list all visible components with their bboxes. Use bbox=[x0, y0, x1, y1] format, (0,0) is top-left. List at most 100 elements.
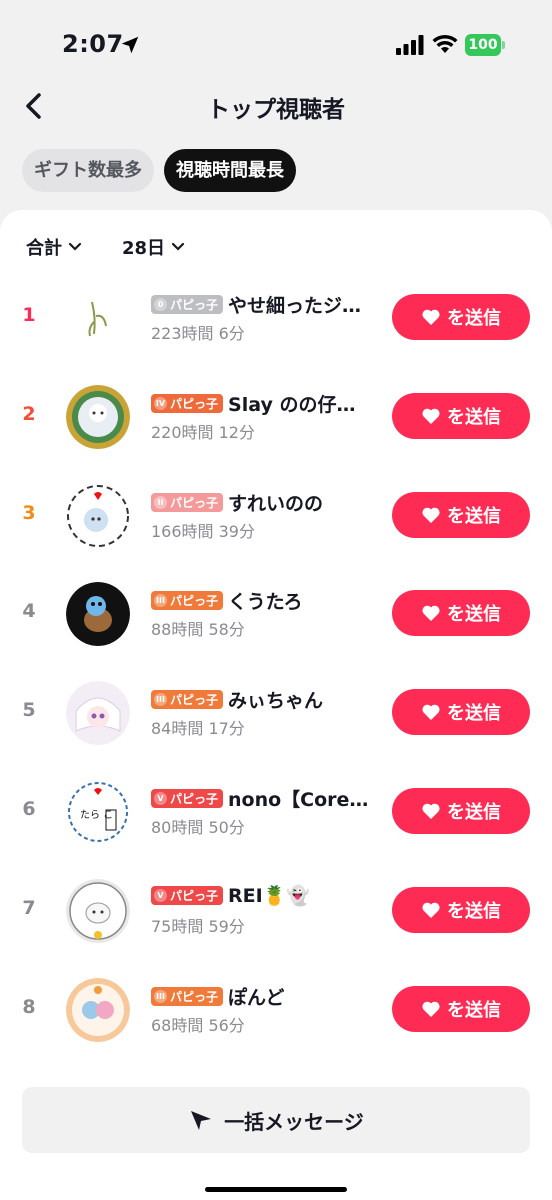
status-bar: 2:07 100 bbox=[0, 0, 552, 90]
fan-level-icon: III bbox=[154, 989, 167, 1003]
fan-badge: V パピっ子 bbox=[151, 788, 224, 808]
watch-time: 84時間 17分 bbox=[151, 719, 245, 739]
watch-time: 80時間 50分 bbox=[151, 817, 245, 837]
watch-time: 68時間 56分 bbox=[151, 1015, 245, 1035]
avatar[interactable] bbox=[66, 384, 130, 449]
avatar[interactable] bbox=[66, 582, 130, 647]
location-arrow-icon bbox=[121, 36, 139, 54]
heart-icon bbox=[422, 408, 440, 424]
viewer-name-line: V パピっ子 REI🍍👻 bbox=[151, 884, 387, 907]
fan-badge-label: パピっ子 bbox=[170, 396, 219, 411]
viewer-row[interactable]: 2 IV パピっ子 Slay のの仔… 220時間 12分 を送信 bbox=[0, 369, 552, 468]
send-button-label: を送信 bbox=[447, 999, 501, 1021]
heart-icon bbox=[422, 704, 440, 721]
viewer-row[interactable]: 4 III パピっ子 くうたろ 88時間 58分 を送信 bbox=[0, 566, 552, 665]
heart-icon bbox=[422, 1001, 440, 1017]
battery-tip bbox=[502, 41, 505, 49]
fan-badge: 0 パピっ子 bbox=[151, 295, 224, 314]
watch-time: 223時間 6分 bbox=[151, 324, 245, 343]
send-button-label: を送信 bbox=[447, 900, 501, 922]
viewer-name-line: IV パピっ子 Slay のの仔… bbox=[151, 390, 387, 417]
viewer-name: すれいのの bbox=[228, 492, 324, 515]
period-filter-label: 28日 bbox=[122, 238, 166, 259]
viewer-row[interactable]: 7 V パピっ子 REI🍍👻 75時間 59分 を送信 bbox=[0, 863, 552, 962]
send-heart-button[interactable]: を送信 bbox=[392, 491, 530, 538]
send-button-label: を送信 bbox=[447, 505, 501, 527]
heart-icon bbox=[422, 507, 440, 523]
rank-number: 4 bbox=[22, 600, 36, 623]
viewer-list: 1 0 パピっ子 やせ細ったジ… 223時間 6分 を送信 2 IV パピっ子 … bbox=[0, 270, 552, 1060]
send-heart-button[interactable]: を送信 bbox=[392, 590, 530, 637]
rank-number: 7 bbox=[22, 896, 36, 919]
page-title: トップ視聴者 bbox=[207, 97, 345, 123]
viewer-name-line: 0 パピっ子 やせ細ったジ… bbox=[151, 291, 387, 318]
tab-longest-watch-time[interactable]: 視聴時間最長 bbox=[164, 149, 296, 192]
scope-filter-dropdown[interactable]: 合計 bbox=[26, 234, 82, 260]
send-heart-button[interactable]: を送信 bbox=[392, 689, 530, 736]
chevron-down-icon bbox=[171, 242, 185, 251]
rank-number: 2 bbox=[22, 402, 36, 425]
fan-badge: III パピっ子 bbox=[151, 690, 224, 710]
viewer-name-line: III パピっ子 ぽんど bbox=[151, 983, 387, 1010]
heart-icon bbox=[422, 606, 440, 622]
fan-badge: II パピっ子 bbox=[151, 492, 224, 512]
viewer-name: nono【Core… bbox=[228, 788, 369, 811]
bulk-message-button[interactable]: 一括メッセージ bbox=[22, 1087, 530, 1153]
viewer-list-card: 合計 28日 1 0 パピっ子 やせ細ったジ… 223時間 6分 を送信 2 I… bbox=[0, 210, 552, 1070]
viewer-name: みぃちゃん bbox=[228, 690, 324, 713]
send-heart-button[interactable]: を送信 bbox=[392, 294, 530, 340]
fan-badge-label: パピっ子 bbox=[170, 298, 219, 312]
send-button-label: を送信 bbox=[447, 604, 501, 626]
fan-level-icon: 0 bbox=[154, 298, 167, 311]
send-heart-button[interactable]: を送信 bbox=[392, 985, 530, 1032]
viewer-row[interactable]: 8 III パピっ子 ぽんど 68時間 56分 を送信 bbox=[0, 962, 552, 1061]
send-arrow-icon bbox=[191, 1111, 212, 1130]
viewer-name: やせ細ったジ… bbox=[228, 295, 362, 317]
page-header: トップ視聴者 bbox=[0, 80, 552, 132]
heart-icon bbox=[422, 902, 440, 918]
rank-number: 1 bbox=[22, 304, 36, 326]
battery-indicator: 100 bbox=[465, 34, 505, 56]
viewer-name: くうたろ bbox=[228, 591, 303, 614]
viewer-name: REI🍍👻 bbox=[228, 884, 311, 907]
fan-level-icon: III bbox=[154, 693, 167, 707]
fan-level-icon: II bbox=[154, 495, 167, 509]
period-filter-dropdown[interactable]: 28日 bbox=[122, 234, 185, 260]
chevron-down-icon bbox=[68, 242, 82, 251]
watch-time: 166時間 39分 bbox=[151, 521, 255, 541]
send-button-label: を送信 bbox=[447, 308, 501, 329]
fan-badge-label: パピっ子 bbox=[170, 495, 219, 510]
viewer-row[interactable]: 3 II パピっ子 すれいのの 166時間 39分 を送信 bbox=[0, 468, 552, 567]
viewer-row[interactable]: 5 III パピっ子 みぃちゃん 84時間 17分 を送信 bbox=[0, 665, 552, 764]
rank-number: 6 bbox=[22, 797, 36, 820]
viewer-row[interactable]: 1 0 パピっ子 やせ細ったジ… 223時間 6分 を送信 bbox=[0, 270, 552, 369]
fan-badge: III パピっ子 bbox=[151, 986, 224, 1006]
tab-most-gifts[interactable]: ギフト数最多 bbox=[22, 149, 154, 192]
fan-level-icon: V bbox=[154, 791, 167, 805]
send-heart-button[interactable]: を送信 bbox=[392, 886, 530, 933]
avatar[interactable] bbox=[66, 286, 130, 350]
wifi-icon bbox=[432, 34, 458, 53]
viewer-name-line: III パピっ子 くうたろ bbox=[151, 587, 387, 614]
avatar[interactable] bbox=[66, 681, 130, 746]
fan-badge-label: パピっ子 bbox=[170, 693, 219, 708]
send-button-label: を送信 bbox=[447, 801, 501, 823]
status-time: 2:07 bbox=[62, 30, 124, 58]
viewer-name: ぽんど bbox=[228, 986, 285, 1009]
avatar[interactable] bbox=[66, 977, 130, 1042]
scope-filter-label: 合計 bbox=[26, 238, 62, 259]
viewer-row[interactable]: 6 たら こ V パピっ子 nono【Core… 80時間 50分 を送信 bbox=[0, 764, 552, 863]
avatar[interactable] bbox=[66, 878, 130, 943]
send-button-label: を送信 bbox=[447, 406, 501, 428]
avatar[interactable]: たら こ bbox=[66, 779, 130, 844]
fan-badge-label: パピっ子 bbox=[170, 888, 219, 903]
sort-tabs: ギフト数最多 視聴時間最長 bbox=[22, 149, 296, 192]
viewer-name-line: III パピっ子 みぃちゃん bbox=[151, 686, 387, 713]
fan-level-icon: IV bbox=[154, 396, 167, 410]
send-heart-button[interactable]: を送信 bbox=[392, 787, 530, 834]
rank-number: 3 bbox=[22, 501, 36, 524]
avatar[interactable] bbox=[66, 483, 130, 548]
watch-time: 75時間 59分 bbox=[151, 916, 245, 936]
send-heart-button[interactable]: を送信 bbox=[392, 392, 530, 439]
fan-level-icon: V bbox=[154, 888, 167, 902]
